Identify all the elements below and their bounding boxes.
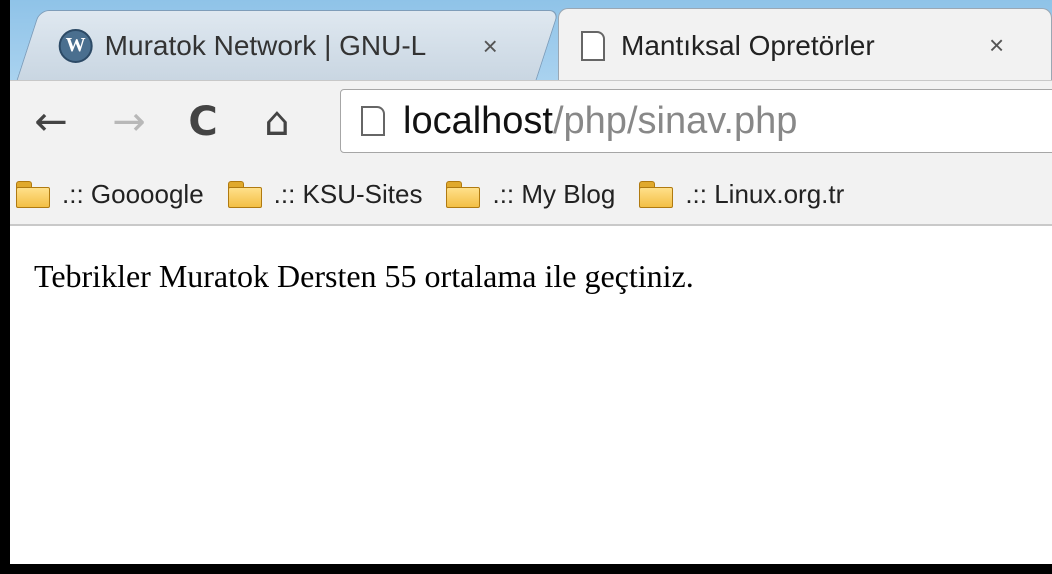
bookmark-ksu-sites[interactable]: .:: KSU-Sites — [227, 178, 423, 210]
bookmarks-bar: .:: Goooogle .:: KSU-Sites .:: My Blog .… — [10, 164, 1052, 226]
bookmark-linux-org-tr[interactable]: .:: Linux.org.tr — [639, 179, 844, 210]
bookmark-label: .:: Linux.org.tr — [685, 178, 845, 209]
url-host: localhost — [403, 99, 553, 142]
tab-muratok-network[interactable]: Muratok Network | GNU-L × — [16, 10, 560, 80]
url-text: localhost/php/sinav.php — [403, 100, 797, 143]
address-bar[interactable]: localhost/php/sinav.php — [340, 89, 1052, 153]
close-icon[interactable]: × — [483, 30, 498, 61]
folder-icon — [16, 181, 50, 208]
bookmark-my-blog[interactable]: .:: My Blog — [446, 179, 615, 210]
bookmark-label: .:: My Blog — [492, 178, 616, 209]
folder-icon — [227, 181, 262, 208]
bookmark-goooogle[interactable]: .:: Goooogle — [16, 179, 204, 210]
tab-title: Muratok Network | GNU-L — [104, 29, 427, 61]
close-icon[interactable]: × — [989, 30, 1004, 61]
tab-mantiksal-operatorler[interactable]: Mantıksal Opretörler × — [558, 8, 1052, 82]
page-icon — [581, 30, 605, 61]
back-arrow-icon[interactable]: ← — [28, 99, 74, 145]
bookmark-label: .:: KSU-Sites — [273, 178, 423, 209]
browser-window: Muratok Network | GNU-L × Mantıksal Opre… — [10, 0, 1052, 564]
result-message: Tebrikler Muratok Dersten 55 ortalama il… — [34, 258, 694, 294]
folder-icon — [639, 181, 674, 208]
tab-title: Mantıksal Opretörler — [621, 29, 875, 61]
bookmark-label: .:: Goooogle — [62, 178, 204, 209]
forward-arrow-icon[interactable]: → — [106, 99, 152, 145]
wordpress-icon — [58, 28, 93, 63]
tab-strip: Muratok Network | GNU-L × Mantıksal Opre… — [10, 0, 1052, 82]
page-icon — [361, 106, 385, 136]
folder-icon — [446, 181, 481, 208]
reload-icon[interactable]: C — [180, 99, 226, 145]
home-icon[interactable]: ⌂ — [254, 99, 300, 145]
navigation-toolbar: ← → C ⌂ localhost/php/sinav.php — [10, 80, 1052, 165]
url-path: /php/sinav.php — [552, 99, 798, 142]
page-content: Tebrikler Muratok Dersten 55 ortalama il… — [10, 228, 1052, 564]
